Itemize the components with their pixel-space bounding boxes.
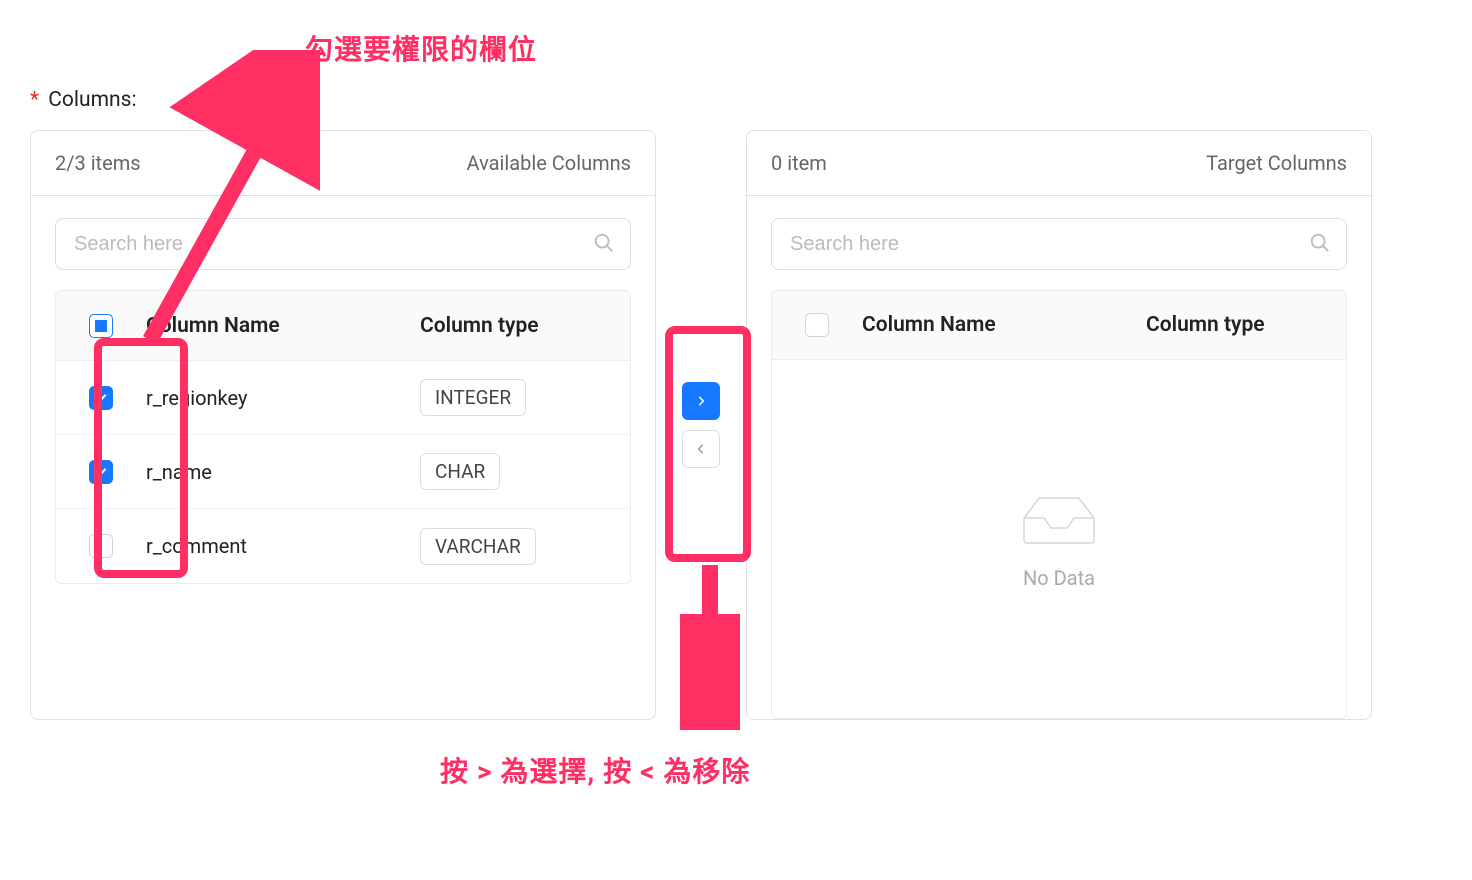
annotation-bottom: 按 > 為選擇, 按 < 為移除: [440, 750, 750, 790]
table-row: r_comment VARCHAR: [56, 509, 630, 583]
target-count: 0 item: [771, 151, 827, 175]
table-row: r_name CHAR: [56, 435, 630, 509]
column-header-type: Column type: [420, 314, 620, 338]
transfer-controls: [656, 130, 746, 720]
empty-inbox-icon: [1019, 488, 1099, 548]
field-label-text: Columns:: [48, 88, 136, 112]
column-header-name: Column Name: [146, 314, 420, 338]
annotation-top: 勾選要權限的欄位: [305, 28, 537, 68]
source-panel: 2/3 items Available Columns Column Name: [30, 130, 656, 720]
target-empty-body: No Data: [771, 360, 1347, 719]
search-icon: [1309, 232, 1331, 254]
row-column-name: r_comment: [146, 534, 420, 558]
target-panel: 0 item Target Columns Column Name Column…: [746, 130, 1372, 720]
source-search-input[interactable]: [55, 218, 631, 270]
search-icon: [593, 232, 615, 254]
select-all-checkbox[interactable]: [89, 314, 113, 338]
required-asterisk: *: [30, 88, 39, 112]
row-checkbox[interactable]: [89, 460, 113, 484]
move-right-button[interactable]: [682, 382, 720, 420]
source-count: 2/3 items: [55, 151, 141, 175]
row-checkbox[interactable]: [89, 386, 113, 410]
target-search-input[interactable]: [771, 218, 1347, 270]
field-label: * Columns:: [30, 88, 1442, 112]
target-panel-header: 0 item Target Columns: [747, 131, 1371, 196]
row-column-type: VARCHAR: [420, 528, 536, 565]
row-column-type: CHAR: [420, 453, 500, 490]
target-title: Target Columns: [1206, 151, 1347, 175]
source-panel-header: 2/3 items Available Columns: [31, 131, 655, 196]
row-checkbox[interactable]: [89, 534, 113, 558]
no-data-text: No Data: [1023, 566, 1095, 590]
target-column-header-name: Column Name: [862, 313, 1146, 337]
row-column-name: r_name: [146, 460, 420, 484]
move-left-button[interactable]: [682, 430, 720, 468]
row-column-name: r_regionkey: [146, 386, 420, 410]
source-title: Available Columns: [467, 151, 631, 175]
target-select-all-checkbox[interactable]: [805, 313, 829, 337]
table-row: r_regionkey INTEGER: [56, 361, 630, 435]
target-column-header-type: Column type: [1146, 313, 1346, 337]
row-column-type: INTEGER: [420, 379, 526, 416]
